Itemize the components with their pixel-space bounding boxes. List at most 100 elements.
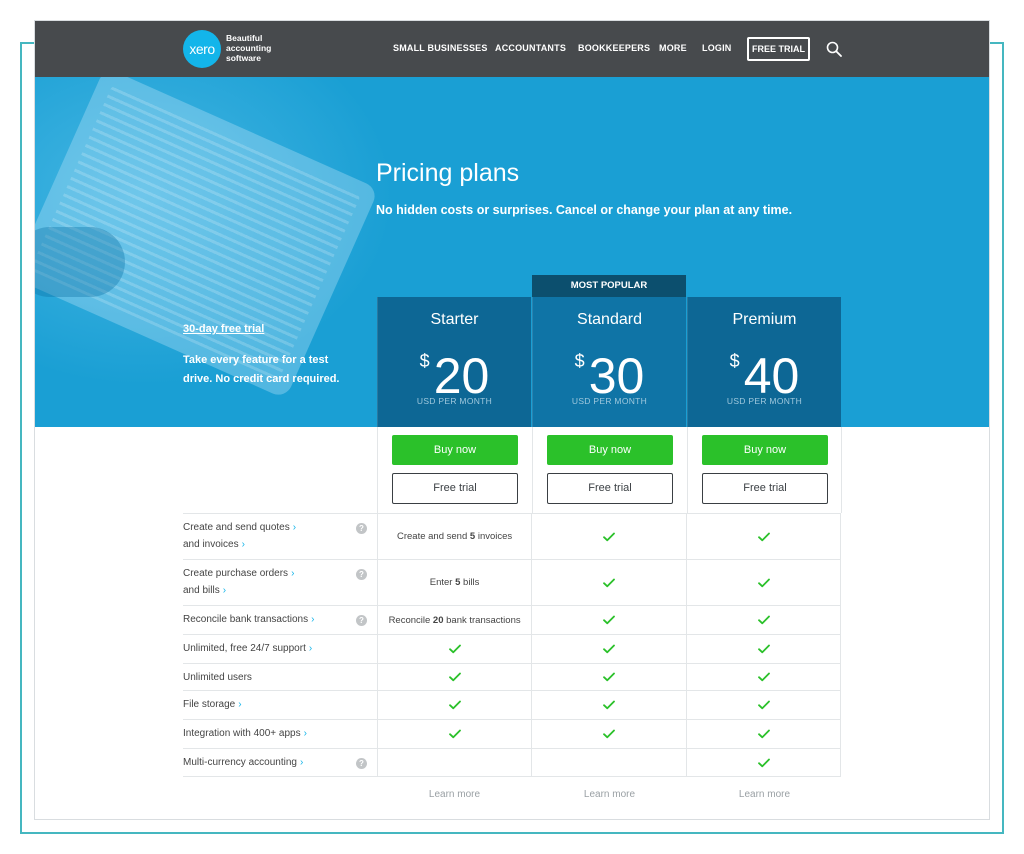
- feature-cell-standard: [531, 691, 686, 719]
- feature-label-text: Multi-currency accounting: [183, 757, 297, 768]
- page-title: Pricing plans: [376, 159, 520, 187]
- help-icon[interactable]: ?: [356, 523, 367, 534]
- feature-label-text: Create and send quotes: [183, 522, 290, 533]
- feature-cell-standard: [531, 635, 686, 663]
- feature-label[interactable]: File storage ›: [183, 691, 377, 719]
- currency-symbol: $: [419, 351, 430, 371]
- plan-period: USD PER MONTH: [571, 396, 648, 406]
- chevron-right-icon: ›: [222, 585, 227, 596]
- nav-small-businesses[interactable]: SMALL BUSINESSES: [393, 43, 488, 53]
- nav-accountants[interactable]: ACCOUNTANTS: [495, 43, 566, 53]
- feature-label[interactable]: Unlimited, free 24/7 support ›: [183, 635, 377, 663]
- check-icon: [448, 672, 461, 682]
- feature-cell-standard: [531, 749, 686, 776]
- feature-label-text-2: and invoices: [183, 539, 239, 550]
- check-icon: [757, 758, 770, 767]
- feature-label[interactable]: Create and send quotes › and invoices ›?: [183, 514, 377, 559]
- starter-actions: Buy now Free trial: [377, 427, 532, 513]
- search-icon[interactable]: [826, 41, 842, 57]
- chevron-right-icon: ›: [308, 643, 313, 654]
- feature-label-text: Reconcile bank transactions: [183, 614, 309, 625]
- chevron-right-icon: ›: [292, 522, 297, 533]
- buy-now-button-premium[interactable]: Buy now: [702, 435, 828, 465]
- hero-banner: Pricing plans No hidden costs or surpris…: [35, 77, 989, 427]
- feature-row: Create and send quotes › and invoices ›? Cre…: [183, 513, 841, 559]
- feature-row: Integration with 400+ apps ›: [183, 719, 841, 748]
- currency-symbol: $: [574, 351, 585, 371]
- free-trial-button-starter[interactable]: Free trial: [392, 473, 518, 504]
- help-icon[interactable]: ?: [356, 758, 367, 769]
- check-icon: [757, 700, 770, 710]
- nav-more[interactable]: MORE: [659, 43, 687, 53]
- premium-actions: Buy now Free trial: [687, 427, 842, 513]
- feature-cell-premium: [686, 720, 841, 748]
- learn-more-row: Learn more Learn more Learn more: [377, 789, 842, 800]
- free-trial-link[interactable]: 30-day free trial: [183, 323, 264, 335]
- buy-now-button-standard[interactable]: Buy now: [547, 435, 673, 465]
- feature-label-text: Create purchase orders: [183, 568, 289, 579]
- xero-logo[interactable]: xero: [183, 30, 221, 68]
- most-popular-badge: MOST POPULAR: [532, 275, 686, 297]
- feature-cell-standard: [531, 664, 686, 690]
- check-icon: [603, 644, 616, 654]
- learn-more-premium[interactable]: Learn more: [687, 789, 842, 800]
- learn-more-standard[interactable]: Learn more: [532, 789, 687, 800]
- feature-label[interactable]: Create purchase orders › and bills ›?: [183, 560, 377, 605]
- check-icon: [603, 672, 616, 682]
- feature-cell-premium: [686, 691, 841, 719]
- feature-row: Reconcile bank transactions ›? Reconcile 2…: [183, 605, 841, 634]
- feature-cell-standard: [531, 720, 686, 748]
- check-icon: [603, 729, 616, 739]
- feature-cell-starter: [376, 664, 532, 690]
- feature-cell-starter: Create and send 5 invoices: [376, 514, 532, 559]
- currency-symbol: $: [729, 351, 740, 371]
- nav-bookkeepers[interactable]: BOOKKEEPERS: [578, 43, 650, 53]
- nav-login[interactable]: LOGIN: [702, 43, 732, 53]
- help-icon[interactable]: ?: [356, 615, 367, 626]
- check-icon: [757, 644, 770, 654]
- feature-row: Unlimited, free 24/7 support ›: [183, 634, 841, 663]
- plan-name: Starter: [430, 311, 479, 328]
- feature-cell-premium: [686, 664, 841, 690]
- feature-label-text: Unlimited, free 24/7 support: [183, 643, 306, 654]
- plan-card-standard: Standard $30 USD PER MONTH: [532, 297, 686, 427]
- check-icon: [448, 644, 461, 654]
- feature-cell-starter: [376, 749, 532, 776]
- buy-now-button-starter[interactable]: Buy now: [392, 435, 518, 465]
- plan-card-premium: Premium $40 USD PER MONTH: [687, 297, 841, 427]
- feature-cell-premium: [686, 749, 841, 776]
- feature-label[interactable]: Reconcile bank transactions ›?: [183, 606, 377, 634]
- plan-price: $30: [533, 333, 686, 404]
- chevron-right-icon: ›: [238, 699, 242, 710]
- help-icon[interactable]: ?: [356, 569, 367, 580]
- nav-free-trial-button[interactable]: FREE TRIAL: [747, 37, 810, 61]
- check-icon: [603, 700, 616, 710]
- check-icon: [757, 532, 770, 541]
- plan-period: USD PER MONTH: [726, 396, 803, 406]
- feature-cell-starter: Enter 5 bills: [376, 560, 532, 605]
- feature-comparison-table: Create and send quotes › and invoices ›? Cre…: [183, 513, 841, 777]
- chevron-right-icon: ›: [299, 757, 304, 768]
- feature-label[interactable]: Integration with 400+ apps ›: [183, 720, 377, 748]
- pricing-page: xero Beautiful accounting software SMALL…: [34, 20, 990, 820]
- feature-label[interactable]: Multi-currency accounting ›?: [183, 749, 377, 776]
- free-trial-description: Take every feature for a test drive. No …: [183, 354, 340, 385]
- feature-cell-starter: [376, 720, 532, 748]
- feature-row: Unlimited users: [183, 663, 841, 690]
- feature-label-text-2: and bills: [183, 585, 220, 596]
- feature-label-text: File storage: [183, 699, 236, 710]
- check-icon: [448, 729, 461, 739]
- feature-label[interactable]: Unlimited users: [183, 664, 377, 690]
- feature-value: Reconcile 20 bank transactions: [388, 614, 521, 626]
- feature-row: Create purchase orders › and bills ›? Enter …: [183, 559, 841, 605]
- feature-cell-premium: [686, 560, 841, 605]
- check-icon: [757, 672, 770, 682]
- top-navigation: xero Beautiful accounting software SMALL…: [35, 21, 989, 77]
- free-trial-button-standard[interactable]: Free trial: [547, 473, 673, 504]
- plan-price: $20: [378, 333, 531, 404]
- feature-label-text: Unlimited users: [183, 672, 252, 683]
- check-icon: [757, 615, 770, 625]
- learn-more-starter[interactable]: Learn more: [377, 789, 532, 800]
- feature-cell-premium: [686, 635, 841, 663]
- free-trial-button-premium[interactable]: Free trial: [702, 473, 828, 504]
